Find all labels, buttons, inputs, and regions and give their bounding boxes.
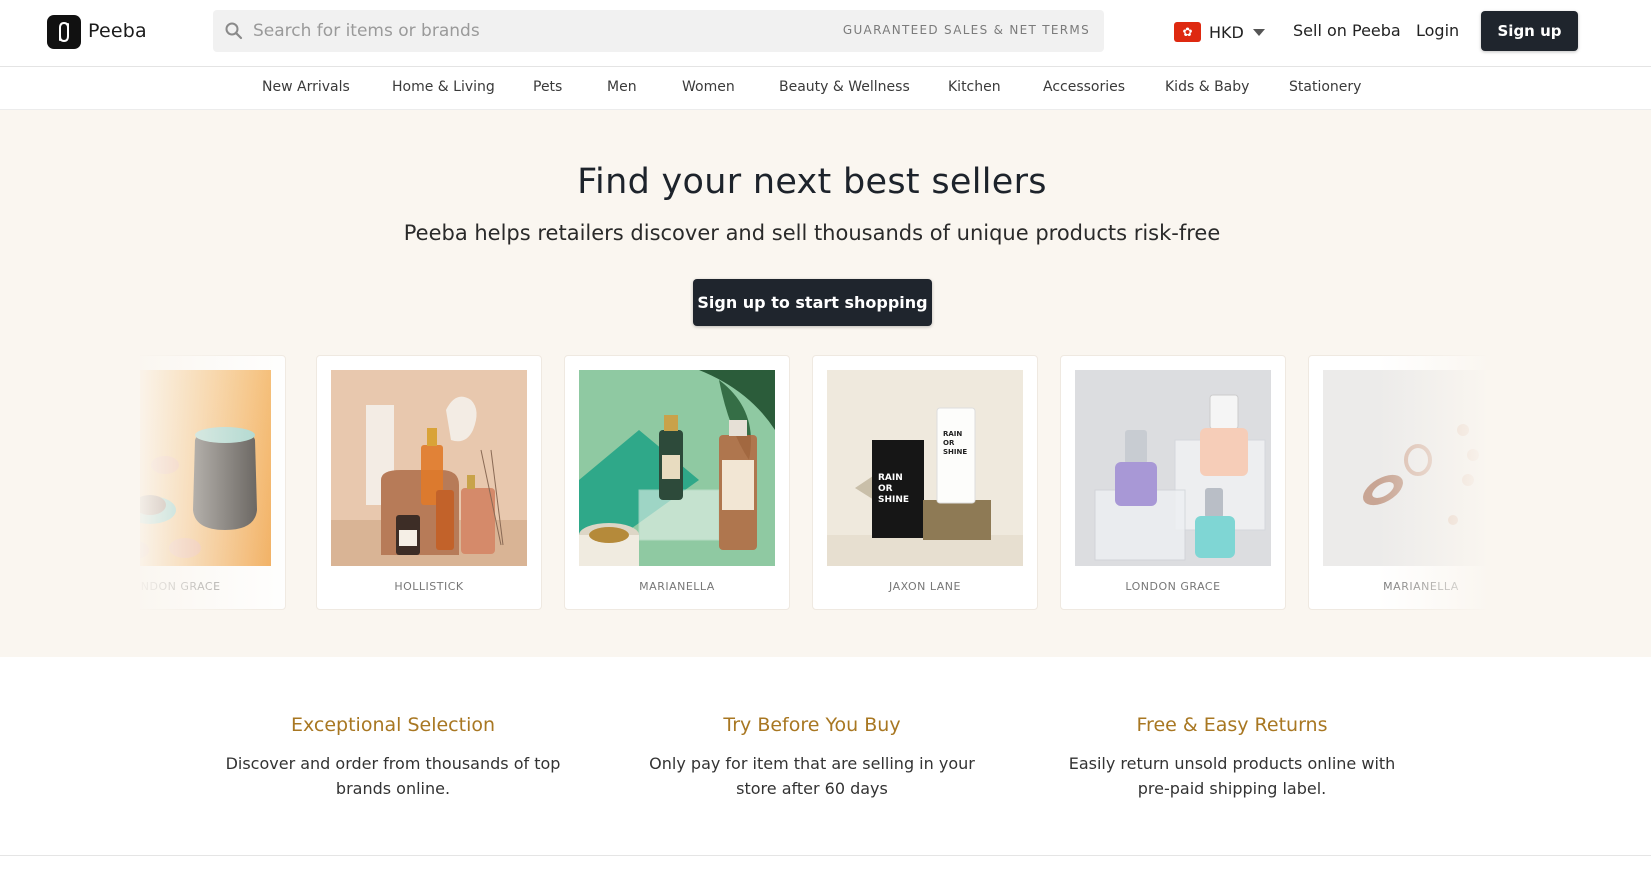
feature-title: Free & Easy Returns bbox=[1136, 714, 1328, 736]
feature-title: Try Before You Buy bbox=[723, 714, 901, 736]
search-input[interactable] bbox=[253, 18, 813, 44]
or-text: OR bbox=[943, 439, 955, 447]
hk-flag-icon: ✿ bbox=[1174, 22, 1201, 42]
or-text: OR bbox=[878, 484, 893, 494]
brand-card-label: MARIANELLA bbox=[1383, 580, 1459, 593]
rain-text: RAIN bbox=[943, 430, 962, 438]
feature-desc-line: Only pay for item that are selling in yo… bbox=[649, 754, 975, 773]
feature-exceptional-selection: Exceptional Selection Discover and order… bbox=[223, 714, 563, 801]
rain-or-shine-image: RAIN OR SHINE RAIN OR SHINE bbox=[827, 370, 1023, 566]
brand-card[interactable]: MARIANELLA bbox=[564, 355, 790, 610]
brand-card[interactable]: LONDON GRACE bbox=[140, 355, 286, 610]
nav-item-new-arrivals[interactable]: New Arrivals bbox=[262, 79, 350, 95]
nav-item-men[interactable]: Men bbox=[607, 79, 637, 95]
search-icon bbox=[225, 22, 243, 40]
nav-item-home-living[interactable]: Home & Living bbox=[392, 79, 495, 95]
search-bar[interactable]: GUARANTEED SALES & NET TERMS bbox=[213, 10, 1104, 52]
brand-card[interactable]: RAIN OR SHINE RAIN OR SHINE JAXON LANE bbox=[812, 355, 1038, 610]
signup-start-shopping-button[interactable]: Sign up to start shopping bbox=[693, 279, 932, 326]
nav-item-stationery[interactable]: Stationery bbox=[1289, 79, 1361, 95]
chevron-down-icon bbox=[1252, 28, 1265, 36]
hero-title: Find your next best sellers bbox=[577, 162, 1047, 202]
brand-name[interactable]: Peeba bbox=[88, 20, 147, 42]
category-nav: New Arrivals Home & Living Pets Men Wome… bbox=[0, 67, 1651, 110]
feature-desc-line: brands online. bbox=[335, 779, 451, 798]
brand-card-label: LONDON GRACE bbox=[1125, 580, 1221, 593]
brand-card-label: HOLLISTICK bbox=[394, 580, 464, 593]
rain-text: RAIN bbox=[878, 473, 903, 483]
brand-card[interactable]: HOLLISTICK bbox=[316, 355, 542, 610]
currency-selector[interactable]: ✿ HKD bbox=[1174, 19, 1265, 45]
feature-desc-line: pre-paid shipping label. bbox=[1137, 779, 1327, 798]
feature-desc-line: store after 60 days bbox=[736, 779, 888, 798]
signup-button[interactable]: Sign up bbox=[1481, 11, 1578, 51]
feature-free-easy-returns: Free & Easy Returns Easily return unsold… bbox=[1062, 714, 1402, 801]
peeba-logo-icon[interactable] bbox=[47, 15, 81, 49]
feature-description: Discover and order from thousands of top… bbox=[223, 751, 563, 801]
nav-item-beauty-wellness[interactable]: Beauty & Wellness bbox=[779, 79, 910, 95]
section-divider bbox=[0, 855, 1651, 856]
brand-card-label: MARIANELLA bbox=[639, 580, 715, 593]
nav-item-kitchen[interactable]: Kitchen bbox=[948, 79, 1001, 95]
nav-item-pets[interactable]: Pets bbox=[533, 79, 562, 95]
feature-desc-line: Discover and order from thousands of top bbox=[225, 754, 561, 773]
jewelry-image bbox=[1323, 370, 1488, 566]
feature-description: Easily return unsold products online wit… bbox=[1062, 751, 1402, 801]
login-link[interactable]: Login bbox=[1416, 21, 1459, 40]
nail-polish-image bbox=[1075, 370, 1271, 566]
skincare-jars-image bbox=[579, 370, 775, 566]
brand-carousel[interactable]: LONDON GRACE bbox=[140, 355, 1488, 627]
brand-card-label: LONDON GRACE bbox=[140, 580, 221, 593]
brand-card[interactable]: MARIANELLA bbox=[1308, 355, 1488, 610]
feature-description: Only pay for item that are selling in yo… bbox=[642, 751, 982, 801]
feature-desc-line: Easily return unsold products online wit… bbox=[1068, 754, 1396, 773]
shine-text: SHINE bbox=[878, 495, 909, 505]
currency-label: HKD bbox=[1209, 22, 1244, 42]
brand-card[interactable]: LONDON GRACE bbox=[1060, 355, 1286, 610]
brand-card-label: JAXON LANE bbox=[889, 580, 961, 593]
serum-bottles-image bbox=[331, 370, 527, 566]
hero-section: Find your next best sellers Peeba helps … bbox=[0, 110, 1651, 657]
top-header: Peeba GUARANTEED SALES & NET TERMS ✿ HKD… bbox=[0, 0, 1651, 67]
nav-item-women[interactable]: Women bbox=[682, 79, 735, 95]
tea-set-image bbox=[140, 370, 271, 566]
hero-subtitle: Peeba helps retailers discover and sell … bbox=[403, 221, 1221, 245]
sell-on-peeba-link[interactable]: Sell on Peeba bbox=[1293, 21, 1401, 40]
shine-text: SHINE bbox=[943, 448, 967, 456]
nav-item-accessories[interactable]: Accessories bbox=[1043, 79, 1125, 95]
nav-item-kids-baby[interactable]: Kids & Baby bbox=[1165, 79, 1249, 95]
feature-try-before-you-buy: Try Before You Buy Only pay for item tha… bbox=[642, 714, 982, 801]
search-tagline: GUARANTEED SALES & NET TERMS bbox=[842, 23, 1090, 37]
feature-title: Exceptional Selection bbox=[290, 714, 496, 736]
